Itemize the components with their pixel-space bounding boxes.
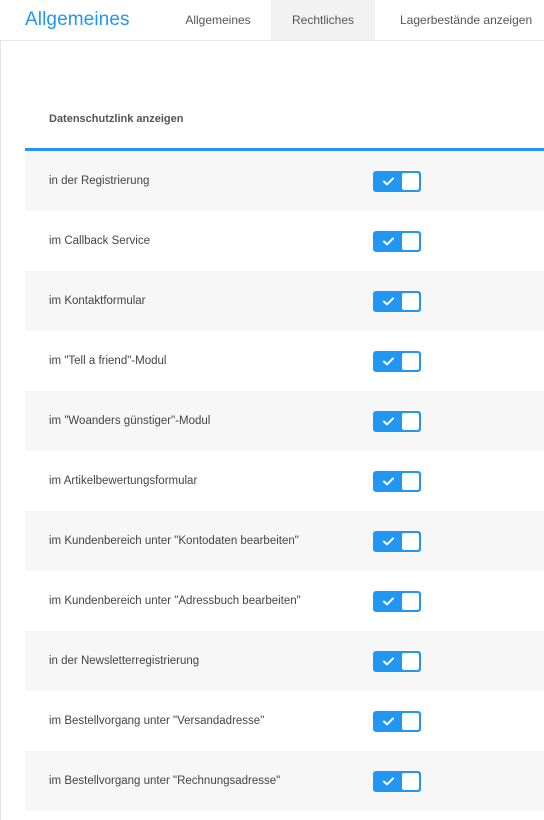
toggle-switch[interactable] xyxy=(373,291,421,312)
toggle-knob xyxy=(402,293,419,310)
toggle-row: im Kontaktformular xyxy=(25,271,544,331)
toggle-knob xyxy=(402,413,419,430)
toggle-knob xyxy=(402,653,419,670)
tab-rechtliches[interactable]: Rechtliches xyxy=(271,0,375,40)
toggle-row: im Artikelbewertungsformular xyxy=(25,451,544,511)
toggle-label: im Artikelbewertungsformular xyxy=(49,475,198,487)
toggle-switch[interactable] xyxy=(373,771,421,792)
toggle-label: im "Woanders günstiger"-Modul xyxy=(49,415,211,427)
toggle-knob xyxy=(402,713,419,730)
check-icon xyxy=(382,171,394,192)
toggle-knob xyxy=(402,473,419,490)
toggle-switch[interactable] xyxy=(373,351,421,372)
top-bar: Allgemeines Allgemeines Rechtliches Lage… xyxy=(0,0,544,41)
toggle-label: im Bestellvorgang unter "Rechnungsadress… xyxy=(49,775,281,787)
toggle-knob xyxy=(402,353,419,370)
toggle-label: im Callback Service xyxy=(49,235,150,247)
toggle-list: in der Registrierung im Callback Service i… xyxy=(25,151,544,811)
toggle-row: im Kundenbereich unter "Adressbuch bearb… xyxy=(25,571,544,631)
check-icon xyxy=(382,711,394,732)
toggle-row: im Callback Service xyxy=(25,211,544,271)
toggle-row: in der Registrierung xyxy=(25,151,544,211)
toggle-label: im Kontaktformular xyxy=(49,295,146,307)
check-icon xyxy=(382,351,394,372)
toggle-switch[interactable] xyxy=(373,471,421,492)
toggle-knob xyxy=(402,173,419,190)
toggle-switch[interactable] xyxy=(373,591,421,612)
toggle-row: im Bestellvorgang unter "Rechnungsadress… xyxy=(25,751,544,811)
toggle-row: im "Woanders günstiger"-Modul xyxy=(25,391,544,451)
toggle-switch[interactable] xyxy=(373,651,421,672)
section-title: Datenschutzlink anzeigen xyxy=(49,113,184,125)
toggle-switch[interactable] xyxy=(373,531,421,552)
check-icon xyxy=(382,471,394,492)
page-title: Allgemeines xyxy=(25,9,130,30)
toggle-switch[interactable] xyxy=(373,711,421,732)
tab-allgemeines[interactable]: Allgemeines xyxy=(172,0,264,40)
toggle-knob xyxy=(402,593,419,610)
check-icon xyxy=(382,591,394,612)
toggle-label: im Kundenbereich unter "Adressbuch bearb… xyxy=(49,595,301,607)
toggle-row: im Kundenbereich unter "Kontodaten bearb… xyxy=(25,511,544,571)
toggle-row: im "Tell a friend"-Modul xyxy=(25,331,544,391)
check-icon xyxy=(382,651,394,672)
toggle-switch[interactable] xyxy=(373,231,421,252)
check-icon xyxy=(382,771,394,792)
toggle-row: im Bestellvorgang unter "Versandadresse" xyxy=(25,691,544,751)
toggle-label: im "Tell a friend"-Modul xyxy=(49,355,167,367)
toggle-row: in der Newsletterregistrierung xyxy=(25,631,544,691)
toggle-label: in der Registrierung xyxy=(49,175,150,187)
toggle-label: im Kundenbereich unter "Kontodaten bearb… xyxy=(49,535,299,547)
toggle-switch[interactable] xyxy=(373,411,421,432)
section-header: Datenschutzlink anzeigen xyxy=(25,90,544,151)
check-icon xyxy=(382,231,394,252)
toggle-knob xyxy=(402,533,419,550)
toggle-knob xyxy=(402,233,419,250)
check-icon xyxy=(382,411,394,432)
tab-lagerbestaende-anzeigen[interactable]: Lagerbestände anzeigen xyxy=(387,0,544,40)
check-icon xyxy=(382,291,394,312)
toggle-knob xyxy=(402,773,419,790)
toggle-label: in der Newsletterregistrierung xyxy=(49,655,200,667)
check-icon xyxy=(382,531,394,552)
toggle-switch[interactable] xyxy=(373,171,421,192)
toggle-label: im Bestellvorgang unter "Versandadresse" xyxy=(49,715,265,727)
